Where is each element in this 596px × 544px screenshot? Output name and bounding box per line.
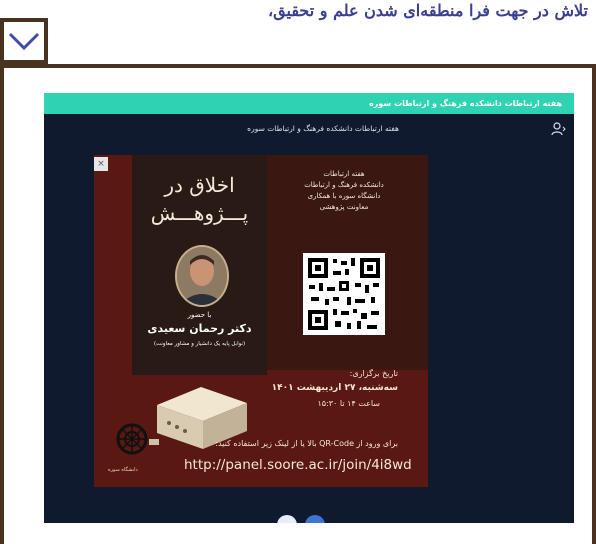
event-line-3: دانشگاه سوره با همکاری bbox=[307, 192, 381, 200]
chevron-down-icon bbox=[8, 32, 40, 51]
university-logo bbox=[116, 423, 148, 455]
speaker-role: (نوابل پایه یک دانشیار و مشاور معاونت) bbox=[153, 341, 246, 347]
qr-code[interactable] bbox=[303, 253, 385, 335]
embedded-screenshot: هفته ارتباطات دانشکده فرهنگ و ارتباطات س… bbox=[44, 93, 574, 523]
date-label: تاریخ برگزاری: bbox=[349, 369, 398, 378]
meeting-title: هفته ارتباطات دانشکده فرهنگ و ارتباطات س… bbox=[247, 124, 399, 133]
player-controls[interactable] bbox=[259, 511, 339, 523]
poster-title-line1: اخلاق در bbox=[164, 173, 235, 197]
page-title: تلاش در جهت فرا منطقه‌ای شدن علم و تحقیق… bbox=[268, 1, 588, 20]
poster-left-panel: × اخلاق در پـــژوهـــش با حضور دکتر رحما… bbox=[94, 155, 267, 375]
event-poster: × اخلاق در پـــژوهـــش با حضور دکتر رحما… bbox=[94, 155, 428, 487]
join-link[interactable]: http://panel.soore.ac.ir/join/4i8wd bbox=[184, 457, 412, 473]
user-icon[interactable] bbox=[550, 122, 566, 136]
entry-instructions: برای ورود از QR-Code بالا یا از لینک زیر… bbox=[215, 439, 398, 448]
close-icon[interactable]: × bbox=[94, 157, 108, 171]
logo-caption: دانشگاه سوره bbox=[108, 467, 138, 473]
event-line-1: هفته ارتباطات bbox=[323, 170, 365, 178]
event-line-4: معاونت پژوهشی bbox=[319, 203, 369, 211]
time-value: ساعت ۱۴ تا ۱۵:۳۰ bbox=[317, 399, 380, 408]
speaker-name: دکتر رحمان سعیدی bbox=[147, 322, 252, 335]
content-frame: هفته ارتباطات دانشکده فرهنگ و ارتباطات س… bbox=[0, 64, 596, 544]
presence-label: با حضور bbox=[187, 311, 212, 319]
app-bar: هفته ارتباطات دانشکده فرهنگ و ارتباطات س… bbox=[44, 93, 574, 114]
speaker-photo bbox=[175, 245, 229, 307]
meeting-header: هفته ارتباطات دانشکده فرهنگ و ارتباطات س… bbox=[44, 114, 574, 144]
poster-title-line2: پـــژوهـــش bbox=[150, 201, 249, 225]
collapse-toggle-button[interactable] bbox=[0, 18, 48, 64]
date-value: سه‌شنبه، ۲۷ اردیبهشت ۱۴۰۱ bbox=[271, 383, 398, 393]
event-line-2: دانشکده فرهنگ و ارتباطات bbox=[304, 181, 384, 189]
